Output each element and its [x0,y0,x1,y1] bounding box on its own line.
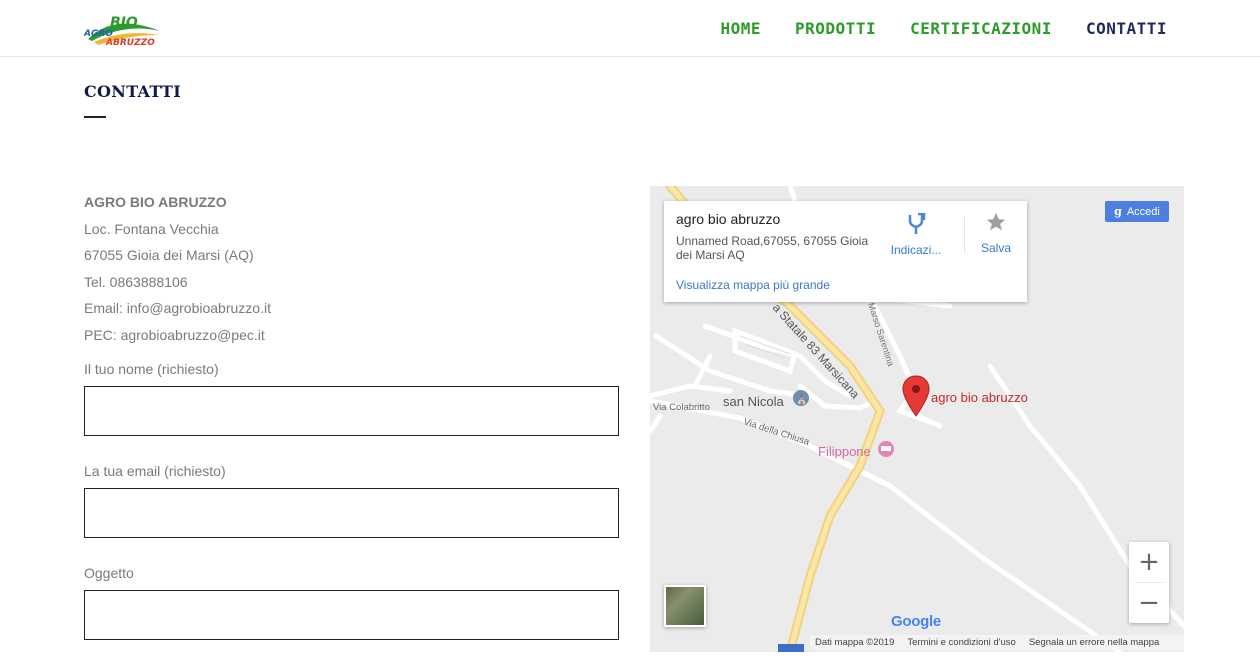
nav-contatti[interactable]: CONTATTI [1086,19,1167,38]
label-via-colabritto: Via Colabritto [653,402,710,413]
report-error-link[interactable]: Segnala un errore nella mappa [1029,637,1159,648]
directions-button[interactable]: Indicazi... [886,212,946,257]
google-g-icon: g [1114,205,1122,218]
name-input[interactable] [84,386,619,436]
subject-input[interactable] [84,590,619,640]
company-name: AGRO BIO ABRUZZO [84,194,227,210]
nav-home[interactable]: HOME [720,19,761,38]
label-filippone: Filippone [818,444,871,459]
main-nav: HOME PRODOTTI CERTIFICAZIONI CONTATTI [720,19,1167,38]
label-san-nicola: san Nicola [723,394,784,409]
star-icon [986,212,1006,231]
google-logo: Google [891,613,941,630]
site-header: BIO AGRO ABRUZZO HOME PRODOTTI CERTIFICA… [0,0,1260,57]
place-address: Unnamed Road,67055, 67055 Gioia dei Mars… [676,234,869,262]
zoom-controls: + − [1129,542,1169,623]
save-label: Salva [980,241,1012,255]
logo-text-abruzzo: ABRUZZO [105,38,155,48]
zoom-out-button[interactable]: − [1129,583,1169,623]
title-underline [84,116,106,118]
logo-text-bio: BIO [110,15,138,31]
signin-label: Accedi [1126,205,1160,218]
label-via-chiusa: Via della Chiusa [742,416,811,448]
place-marker-icon[interactable] [902,375,930,417]
nav-prodotti[interactable]: PRODOTTI [795,19,876,38]
svg-text:⛪: ⛪ [796,393,807,405]
marker-label: agro bio abruzzo [931,390,1028,405]
address-line-1: Loc. Fontana Vecchia [84,220,219,237]
zoom-in-button[interactable]: + [1129,542,1169,582]
road-via-della-chiusa [650,398,1123,652]
map-data-credit: Dati mappa ©2019 [815,637,895,648]
logo-graphic: BIO AGRO ABRUZZO [84,15,160,48]
save-button[interactable]: Salva [976,211,1016,255]
pec-address: PEC: agrobioabruzzo@pec.it [84,326,265,343]
page-title: CONTATTI [84,82,181,101]
directions-icon [908,212,926,234]
signin-button[interactable]: g Accedi [1105,201,1169,222]
subject-label: Oggetto [84,565,134,581]
directions-label: Indicazi... [890,243,942,257]
place-name: agro bio abruzzo [676,211,781,227]
site-logo[interactable]: BIO AGRO ABRUZZO [84,9,164,49]
address-line-2: 67055 Gioia dei Marsi (AQ) [84,247,254,264]
phone-number: Tel. 0863888106 [84,273,188,290]
info-separator [964,217,965,253]
map-attribution: Dati mappa ©2019 Termini e condizioni d'… [810,635,1184,650]
email-label: La tua email (richiesto) [84,463,226,479]
terms-link[interactable]: Termini e condizioni d'uso [907,637,1015,648]
place-info-card: agro bio abruzzo Unnamed Road,67055, 670… [664,201,1027,302]
name-label: Il tuo nome (richiesto) [84,361,219,377]
contact-address: AGRO BIO ABRUZZO Loc. Fontana Vecchia 67… [84,189,604,349]
nav-certificazioni[interactable]: CERTIFICAZIONI [910,19,1052,38]
satellite-toggle[interactable] [664,585,706,627]
google-map[interactable]: a Statale 83 Marsicana Marso Sarentina V… [650,186,1184,652]
google-logo-text: Google [891,613,941,630]
email-address: Email: info@agrobioabruzzo.it [84,300,271,317]
email-input[interactable] [84,488,619,538]
larger-map-link[interactable]: Visualizza mappa più grande [676,278,830,292]
